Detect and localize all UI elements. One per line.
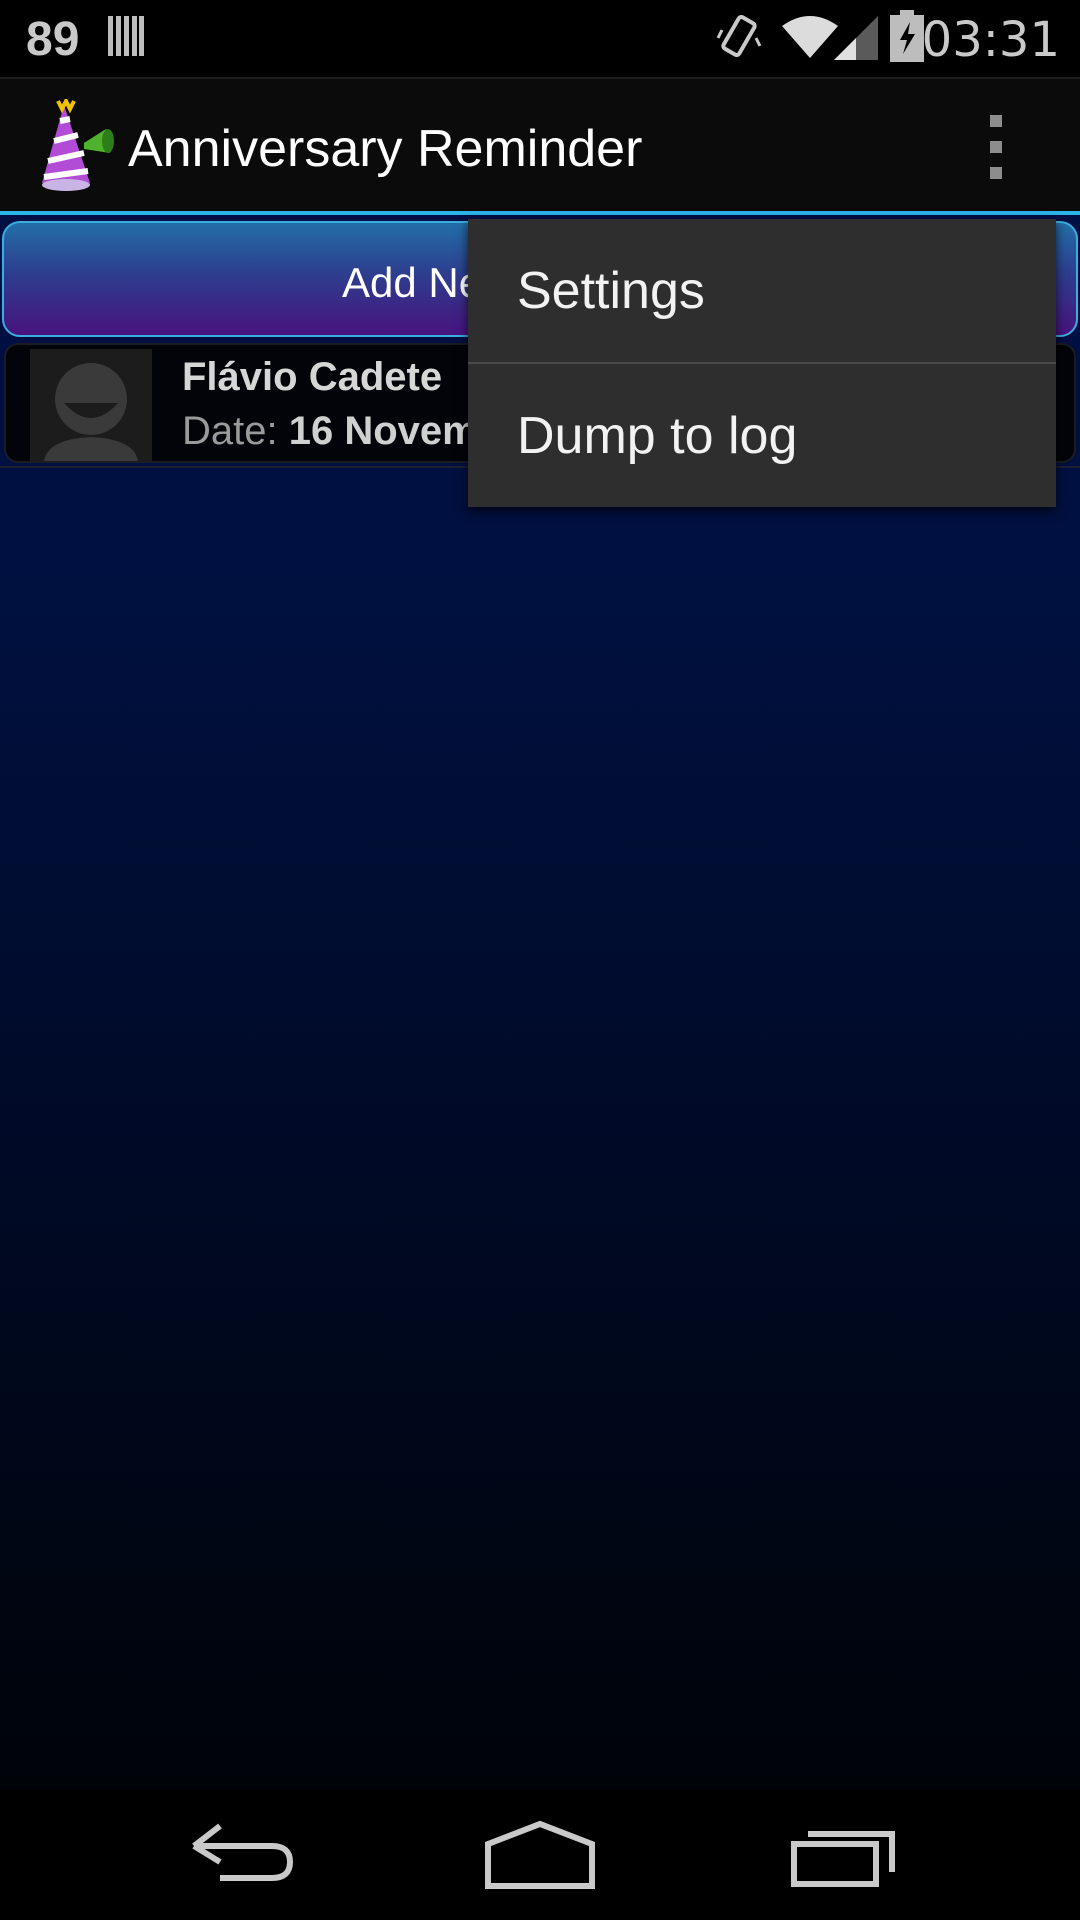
- add-new-button-label: Add Ne: [342, 259, 483, 306]
- app-title: Anniversary Reminder: [128, 120, 643, 178]
- contact-name: Flávio Cadete: [182, 355, 443, 399]
- barcode-icon: [108, 16, 144, 56]
- home-icon[interactable]: [480, 1810, 600, 1900]
- navigation-bar: [0, 1790, 1080, 1920]
- date-value: 16 Novem: [288, 409, 478, 453]
- status-time: 03:31: [921, 12, 1060, 68]
- back-icon[interactable]: [180, 1810, 300, 1900]
- person-icon: [44, 363, 138, 461]
- status-bar: 89 03:31: [0, 0, 1080, 77]
- battery-charging-icon: [890, 10, 924, 62]
- party-hat-icon[interactable]: [34, 99, 118, 193]
- date-label: Date:: [182, 409, 289, 453]
- recents-icon[interactable]: [780, 1810, 900, 1900]
- overflow-popup-menu: Settings Dump to log: [468, 219, 1056, 507]
- menu-item-settings[interactable]: Settings: [468, 219, 1056, 362]
- wifi-icon: [782, 16, 838, 58]
- overflow-menu-icon[interactable]: [966, 107, 1026, 185]
- signal-icon: [834, 16, 878, 60]
- status-number: 89: [26, 13, 80, 66]
- action-bar: Anniversary Reminder: [0, 77, 1080, 211]
- menu-item-dump-to-log[interactable]: Dump to log: [468, 364, 1056, 507]
- vibrate-icon: [716, 15, 762, 57]
- date-line: Date: 16 Novem: [182, 409, 478, 454]
- avatar: [30, 349, 152, 461]
- menu-item-label: Dump to log: [517, 407, 798, 465]
- menu-item-label: Settings: [517, 262, 705, 320]
